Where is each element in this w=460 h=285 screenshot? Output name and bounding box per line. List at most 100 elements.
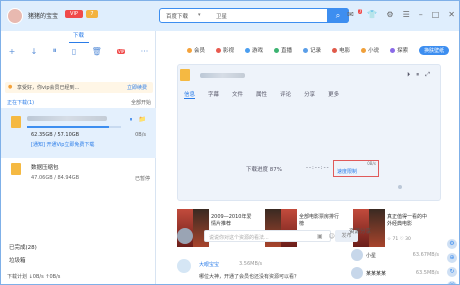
speed-limit-link[interactable]: 速度限制 — [337, 168, 357, 175]
uploader-name: 小星 — [366, 253, 377, 259]
add-icon[interactable]: + — [9, 47, 16, 56]
speed-limit-box[interactable]: 0B/s 速度限制 — [333, 160, 379, 177]
avatar[interactable] — [7, 8, 23, 24]
download-task[interactable]: ⏸ 📁 62.35GB / 57.10GB 0B/s [通知] 开通Vip立即免… — [1, 108, 156, 158]
accelerate-link[interactable]: [通知] 开通Vip立即免费下载 — [31, 141, 94, 148]
tab-comments[interactable]: 评论 — [280, 90, 291, 99]
uploader-speed: 63.5MB/s — [415, 270, 439, 276]
uploader-list: 资源分享 小星 63.67MB/s 某某某某 63.5MB/s — [349, 227, 441, 284]
comment-post: 大眼宝宝 3.56MB/s 哪位大神，开通了会员也还没有资源可以看？ — [177, 259, 357, 284]
download-footer[interactable]: 下载计划 ↓0B/s ↑0B/s — [7, 273, 60, 280]
download-panel: 下载 + ↓ ⏸ ▯ 🗑 VIP ··· ● 享受好，你vip会员已经到… 立即… — [1, 31, 156, 284]
nav-item-vip[interactable]: 会员 — [187, 46, 205, 54]
folder-open-icon[interactable]: 📁 — [139, 116, 146, 124]
downloading-count[interactable]: 正在下载(1) — [7, 99, 34, 106]
task-name-blurred — [200, 73, 245, 78]
notification-icon[interactable]: ✉ 7 — [347, 9, 363, 19]
stop-icon[interactable]: ▯ — [72, 47, 76, 56]
folder-icon — [180, 69, 190, 81]
menu-icon[interactable]: ☰ — [403, 10, 410, 19]
category-nav: 会员 影视 游戏 直播 记录 电影 小说 探索 换肤壁纸 — [157, 43, 459, 57]
expand-icon[interactable]: ⤢ — [425, 71, 430, 79]
avatar — [351, 267, 363, 279]
nav-item-video[interactable]: 影视 — [216, 46, 234, 54]
recommend-title: 2009—2010年爱情片推荐 — [211, 214, 252, 227]
progress-bar — [27, 126, 121, 128]
wallpaper-button[interactable]: 换肤壁纸 — [419, 45, 450, 55]
comment-input[interactable]: 说说你对这个资源的看法... — [204, 230, 331, 242]
task-status: 已暂停 — [134, 176, 150, 182]
close-icon[interactable]: ✕ — [448, 10, 455, 19]
task-speed: 0B/s — [135, 132, 146, 138]
avatar — [351, 249, 363, 261]
search-icon[interactable]: ⌕ — [327, 8, 349, 23]
shirt-icon[interactable]: 👕 — [367, 10, 377, 19]
vip-badge[interactable]: VIP — [65, 10, 83, 18]
nav-item-movie[interactable]: 电影 — [332, 46, 350, 54]
main-panel: 会员 影视 游戏 直播 记录 电影 小说 探索 换肤壁纸 ⏵ ⏸ ⤢ 信息 字幕… — [157, 31, 459, 284]
level-badge: 7 — [86, 10, 98, 18]
vip-accelerate-button[interactable]: VIP — [117, 48, 126, 54]
title-bar: 猪猪的宝宝 VIP 7 百度下载 ▾ 卫星 ⌕ ✉ 7 👕 ⚙ ☰ – □ ✕ — [1, 1, 459, 31]
delete-icon[interactable]: 🗑 — [92, 47, 102, 56]
completed-label[interactable]: 已完成(28) — [9, 243, 37, 251]
tab-files[interactable]: 文件 — [232, 90, 243, 99]
player-controls: ⏵ ⏸ ⤢ — [407, 71, 430, 79]
download-task[interactable]: 数据压缩包 47.06GB / 84.94GB 已暂停 — [1, 161, 156, 187]
post-user[interactable]: 大眼宝宝 — [199, 261, 219, 268]
settings-icon[interactable]: ⚙ — [447, 239, 457, 249]
minimize-icon[interactable]: – — [419, 10, 423, 19]
nav-item-record[interactable]: 记录 — [303, 46, 321, 54]
download-icon[interactable]: ↓ — [31, 47, 38, 56]
search-bar[interactable]: 百度下载 ▾ 卫星 ⌕ — [159, 8, 349, 23]
downloading-header: 正在下载(1) 全部开始 — [5, 98, 153, 107]
nav-item-novel[interactable]: 小说 — [361, 46, 379, 54]
emoji-icon[interactable]: ☺ — [329, 233, 335, 240]
maximize-icon[interactable]: □ — [432, 10, 440, 19]
image-icon[interactable]: ▣ — [317, 233, 323, 240]
tab-download[interactable]: 下载 — [1, 31, 156, 43]
nav-item-explore[interactable]: 探索 — [390, 46, 408, 54]
app-window: 猪猪的宝宝 VIP 7 百度下载 ▾ 卫星 ⌕ ✉ 7 👕 ⚙ ☰ – □ ✕ 下… — [0, 0, 460, 285]
refresh-icon[interactable]: ↻ — [447, 267, 457, 277]
pause-icon[interactable]: ⏸ — [416, 71, 419, 79]
trash-label[interactable]: 垃圾箱 — [9, 256, 26, 264]
play-icon[interactable]: ⏵ — [407, 71, 410, 79]
avatar — [177, 228, 193, 244]
more-icon[interactable]: ··· — [141, 47, 149, 56]
notification-count: 7 — [357, 9, 363, 14]
folder-icon — [11, 116, 21, 128]
search-engine-label[interactable]: 百度下载 — [166, 12, 188, 20]
tab-subtitle[interactable]: 字幕 — [208, 90, 219, 99]
add-icon[interactable]: ⊕ — [447, 253, 457, 263]
settings-icon[interactable]: ⚙ — [386, 10, 393, 19]
tab-more[interactable]: 更多 — [328, 90, 339, 99]
uploader-row[interactable]: 某某某某 63.5MB/s — [349, 267, 441, 281]
tab-properties[interactable]: 属性 — [256, 90, 267, 99]
command-icon[interactable]: ⌘ — [447, 281, 457, 284]
uploader-name: 某某某某 — [366, 271, 387, 277]
chevron-down-icon[interactable]: ▾ — [198, 12, 201, 18]
slider-handle[interactable] — [398, 185, 402, 189]
pause-icon[interactable]: ⏸ — [53, 46, 57, 56]
uploader-row[interactable]: 小星 63.67MB/s — [349, 249, 441, 263]
renew-link[interactable]: 立即续费 — [127, 84, 147, 91]
start-all-button[interactable]: 全部开始 — [131, 99, 151, 106]
download-progress-text: 下载进度 87% — [246, 167, 282, 173]
search-input[interactable]: 卫星 — [216, 12, 227, 20]
notice-text: 享受好，你vip会员已经到… — [17, 85, 80, 91]
tab-info[interactable]: 信息 — [184, 90, 196, 99]
nav-item-game[interactable]: 游戏 — [245, 46, 263, 54]
post-text: 哪位大神，开通了会员也还没有资源可以看？ — [199, 274, 300, 280]
download-toolbar: + ↓ ⏸ ▯ 🗑 VIP ··· — [1, 43, 156, 59]
speed-small: 0B/s — [367, 161, 376, 166]
detail-tabs: 信息 字幕 文件 属性 评论 分享 更多 — [184, 90, 352, 99]
task-actions: ⏸ 📁 — [130, 116, 147, 124]
uploader-speed: 63.67MB/s — [412, 252, 439, 258]
nav-item-live[interactable]: 直播 — [274, 46, 292, 54]
remaining-time: --:--:-- — [306, 165, 330, 171]
username[interactable]: 猪猪的宝宝 — [28, 11, 58, 20]
folder-icon — [11, 163, 21, 175]
pause-icon[interactable]: ⏸ — [130, 116, 133, 124]
tab-share[interactable]: 分享 — [304, 90, 315, 99]
